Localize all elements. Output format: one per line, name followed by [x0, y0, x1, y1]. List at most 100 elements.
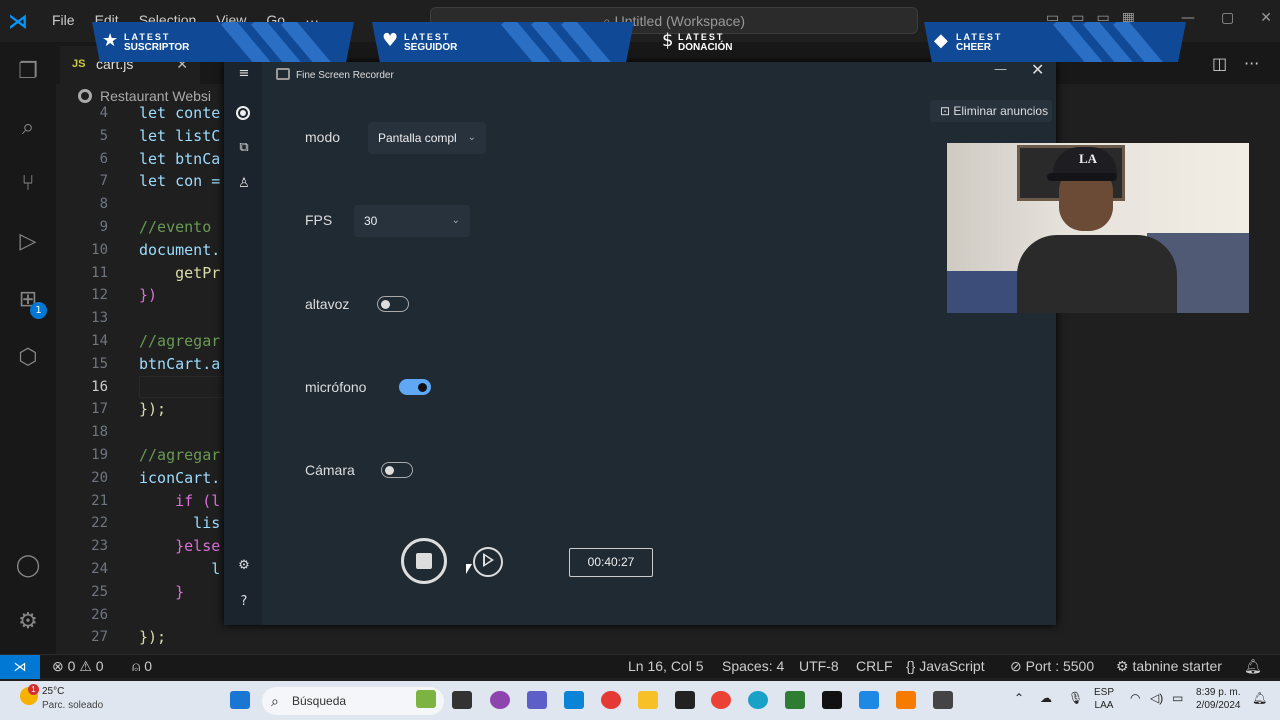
search-icon: ⌕	[271, 693, 279, 709]
dollar-icon: $	[662, 30, 674, 51]
windows-start-icon[interactable]	[230, 691, 250, 709]
task-view-icon[interactable]	[452, 691, 472, 709]
line-number: 24	[91, 560, 108, 577]
code-line: getPr	[139, 263, 221, 282]
store-icon[interactable]	[564, 691, 584, 709]
braces-icon: {}	[906, 658, 920, 674]
help-icon[interactable]: ?	[236, 594, 252, 610]
split-editor-icon[interactable]: ◫	[1212, 54, 1227, 73]
speaker-toggle[interactable]	[377, 296, 409, 312]
weather-description: Parc. soleado	[42, 700, 104, 711]
file-explorer-icon[interactable]	[638, 691, 658, 709]
fps-label: FPS	[305, 212, 333, 228]
recorder-close-icon[interactable]: ✕	[1031, 60, 1044, 79]
remote-indicator-icon[interactable]: ⋊	[0, 655, 40, 679]
show-hidden-icons-icon[interactable]: ⌃	[1014, 692, 1024, 705]
line-number: 14	[91, 332, 108, 349]
live-server-port[interactable]: ⊘ Port : 5500	[1010, 658, 1094, 675]
cap-brim	[1047, 173, 1117, 181]
terminal-icon[interactable]	[675, 691, 695, 709]
latest-donation-alert: $ LATEST DONACIÓN	[652, 22, 914, 62]
code-line: iconCart.	[139, 468, 221, 487]
source-control-icon[interactable]: ⑂	[14, 170, 42, 198]
language-label: JavaScript	[919, 658, 985, 674]
code-line: let btnCa	[139, 149, 221, 168]
record-nav-icon[interactable]	[236, 106, 250, 120]
settings-gear-icon[interactable]: ⚙	[236, 558, 252, 574]
weather-badge: 1	[28, 684, 39, 695]
keyboard-language[interactable]: ESP LAA	[1094, 686, 1114, 712]
ports-status[interactable]: ⍝ 0	[132, 658, 152, 675]
remote-explorer-icon[interactable]: ⬡	[14, 344, 42, 372]
cursor-position[interactable]: Ln 16, Col 5	[628, 658, 704, 674]
remove-ads-button[interactable]: ⊡ Eliminar anuncios	[930, 100, 1052, 122]
wps-office-icon[interactable]	[601, 691, 621, 709]
stop-recording-button[interactable]	[401, 538, 447, 584]
alert-title: LATEST	[124, 32, 171, 42]
line-number: 27	[91, 629, 108, 646]
screenshot-nav-icon[interactable]: ⧉	[236, 140, 252, 156]
run-debug-icon[interactable]: ▷	[14, 228, 42, 256]
code-line: if (l	[139, 491, 221, 510]
language-mode[interactable]: {} JavaScript	[906, 658, 985, 674]
account-icon[interactable]: ◯	[14, 552, 42, 580]
teams-icon[interactable]	[527, 691, 547, 709]
copilot-icon[interactable]	[490, 691, 510, 709]
recorder-minimize-icon[interactable]: —	[994, 62, 1007, 77]
search-icon[interactable]: ⌕	[14, 114, 42, 142]
toggle-knob	[418, 382, 427, 392]
webcam-overlay: LA	[947, 143, 1249, 313]
close-icon[interactable]: ✕	[1260, 10, 1272, 26]
wifi-icon[interactable]: ◠	[1130, 692, 1140, 705]
mode-select[interactable]: Pantalla compl ⌄	[368, 122, 486, 154]
line-number: 19	[91, 446, 108, 463]
indentation[interactable]: Spaces: 4	[722, 658, 784, 674]
alert-type: DONACIÓN	[678, 42, 733, 53]
alert-type: SEGUIDOR	[404, 42, 458, 53]
encoding[interactable]: UTF-8	[799, 658, 839, 674]
microphone-toggle[interactable]	[399, 379, 431, 395]
notifications-icon[interactable]: 🔔︎	[1252, 692, 1267, 705]
code-line: }	[139, 582, 185, 601]
line-number-gutter: 4 5 6 7 8 9 10 11 12 13 14 15 16 17 18 1…	[60, 102, 108, 649]
recorder-logo-icon	[276, 68, 290, 80]
battery-icon[interactable]: ▭	[1172, 692, 1183, 705]
chevron-down-icon: ⌄	[451, 215, 460, 226]
cloud-icon[interactable]: ☁	[1040, 692, 1052, 705]
webcam-nav-icon[interactable]: ♙	[236, 176, 252, 192]
tabnine-status[interactable]: ⚙ tabnine starter	[1116, 658, 1222, 675]
microphone-icon[interactable]: 🎙︎	[1068, 692, 1083, 705]
line-number-current: 16	[91, 378, 108, 395]
more-actions-icon[interactable]: ···	[1244, 54, 1259, 73]
xampp-icon[interactable]	[896, 691, 916, 709]
edge-icon[interactable]	[748, 691, 768, 709]
alert-type: CHEER	[956, 42, 992, 53]
vscode-taskbar-icon[interactable]	[859, 691, 879, 709]
volume-icon[interactable]: ◁)	[1150, 692, 1163, 705]
mouse-pointer-icon	[466, 564, 472, 574]
fps-select[interactable]: 30 ⌄	[354, 205, 470, 237]
clock[interactable]: 8:39 p. m. 2/09/2024	[1196, 686, 1241, 712]
folder-icon	[78, 89, 92, 103]
maximize-icon[interactable]: ▢	[1221, 10, 1234, 26]
menu-file[interactable]: File	[52, 12, 75, 28]
settings-gear-icon[interactable]: ⚙	[14, 608, 42, 636]
remote-desktop-icon[interactable]	[933, 691, 953, 709]
notepad-icon[interactable]	[785, 691, 805, 709]
hamburger-menu-icon[interactable]: ≡	[236, 66, 252, 82]
screen-recorder-taskbar-icon[interactable]	[822, 691, 842, 709]
problems-status[interactable]: ⊗ 0 ⚠ 0	[52, 658, 104, 675]
latest-cheer-alert: ◆ LATEST CHEER	[924, 22, 1186, 62]
code-editor[interactable]: let conte let listC let btnCa let con = …	[139, 102, 229, 649]
weather-temperature: 25°C	[42, 686, 65, 697]
layout-code: LAA	[1094, 700, 1114, 711]
end-of-line[interactable]: CRLF	[856, 658, 893, 674]
camera-toggle[interactable]	[381, 462, 413, 478]
line-number: 5	[99, 127, 108, 144]
notifications-bell-icon[interactable]: 🔔︎	[1244, 658, 1262, 675]
explorer-icon[interactable]: ❐	[14, 58, 42, 86]
alert-title: LATEST	[404, 32, 451, 42]
chrome-icon[interactable]	[711, 691, 731, 709]
